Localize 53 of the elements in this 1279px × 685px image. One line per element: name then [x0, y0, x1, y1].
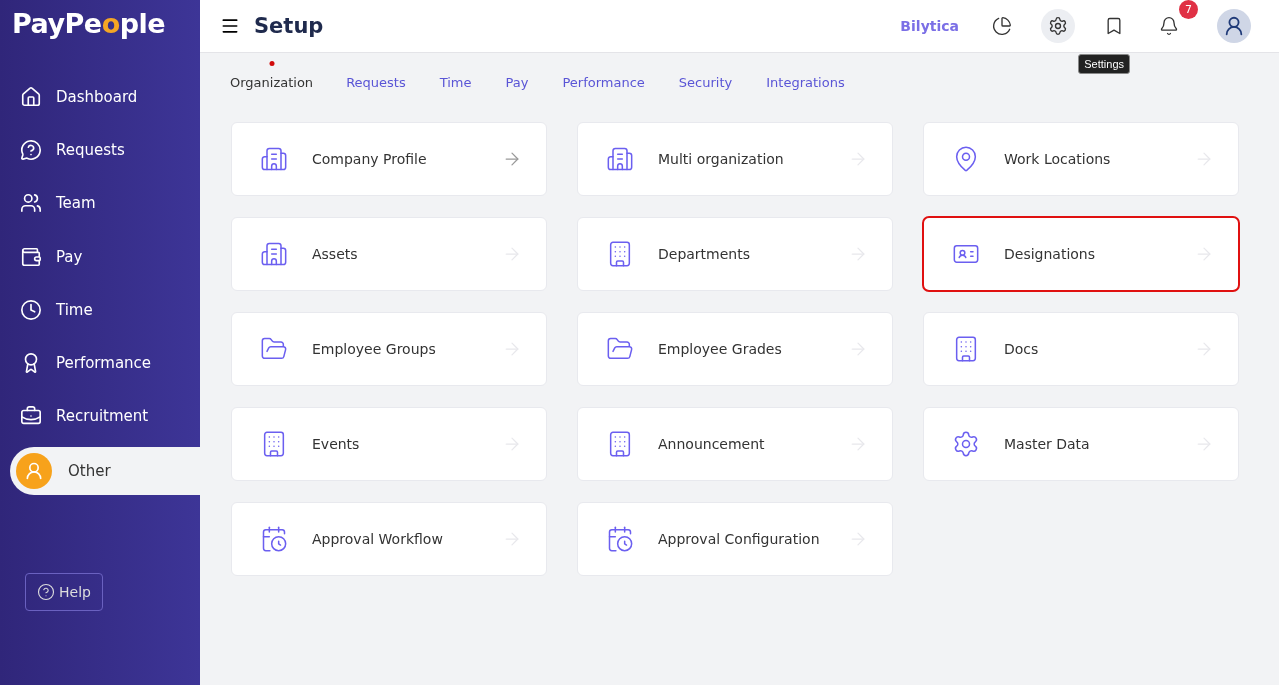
buildings-icon: [260, 145, 288, 173]
notification-badge: 7: [1179, 0, 1198, 19]
team-icon: [20, 192, 42, 215]
menu-icon[interactable]: [220, 16, 240, 36]
setup-card[interactable]: Departments: [577, 217, 893, 291]
tooltip: Settings: [1078, 54, 1130, 74]
setup-card[interactable]: Master Data: [923, 407, 1239, 481]
brand-link[interactable]: Bilytica: [900, 18, 959, 34]
setup-card[interactable]: Approval Workflow: [231, 502, 547, 576]
tab[interactable]: Pay: [505, 71, 529, 93]
user-avatar[interactable]: [1217, 9, 1251, 43]
setup-card[interactable]: Employee Grades: [577, 312, 893, 386]
tab[interactable]: Integrations: [766, 71, 845, 93]
help-icon: [37, 583, 56, 602]
sidebar-item[interactable]: Dashboard: [0, 70, 200, 124]
gear-icon: [952, 430, 980, 458]
sidebar-item[interactable]: Performance: [0, 336, 200, 390]
setup-card[interactable]: Approval Configuration: [577, 502, 893, 576]
buildings-icon: [260, 240, 288, 268]
question-bubble-icon: [20, 138, 42, 161]
setup-card[interactable]: Assets: [231, 217, 547, 291]
setup-card[interactable]: Events: [231, 407, 547, 481]
setup-card[interactable]: Designations: [923, 217, 1239, 291]
settings-icon[interactable]: [1041, 9, 1075, 43]
sidebar-item[interactable]: Requests: [0, 123, 200, 177]
setup-card[interactable]: Multi organization: [577, 122, 893, 196]
page-title: Setup: [254, 14, 325, 38]
user-avatar-icon: [16, 453, 52, 490]
calendar-clock-icon: [606, 525, 634, 553]
home-icon: [20, 85, 42, 108]
clock-icon: [20, 298, 42, 321]
tab[interactable]: Organization: [230, 71, 314, 93]
setup-card[interactable]: Company Profile: [231, 122, 547, 196]
sidebar-item[interactable]: Pay: [0, 229, 200, 284]
buildings-icon: [606, 145, 634, 173]
sidebar-item[interactable]: Time: [0, 283, 200, 337]
logo: PayPeople: [11, 7, 167, 41]
setup-card[interactable]: Docs: [923, 312, 1239, 386]
tab[interactable]: Performance: [562, 71, 645, 93]
setup-card[interactable]: Employee Groups: [231, 312, 547, 386]
sidebar-item[interactable]: Team: [0, 176, 200, 230]
active-dot-icon: [269, 61, 275, 66]
help-button[interactable]: Help: [25, 573, 103, 612]
sidebar-item[interactable]: Recruitment: [0, 389, 200, 444]
setup-card[interactable]: Work Locations: [923, 122, 1239, 196]
sidebar-item[interactable]: Other: [10, 447, 200, 496]
setup-card[interactable]: Announcement: [577, 407, 893, 481]
tab[interactable]: Security: [678, 71, 733, 93]
wallet-icon: [20, 245, 42, 268]
tab[interactable]: Requests: [346, 71, 406, 93]
bell-icon[interactable]: [1159, 14, 1179, 38]
tab[interactable]: Time: [439, 71, 472, 93]
calendar-clock-icon: [260, 525, 288, 553]
